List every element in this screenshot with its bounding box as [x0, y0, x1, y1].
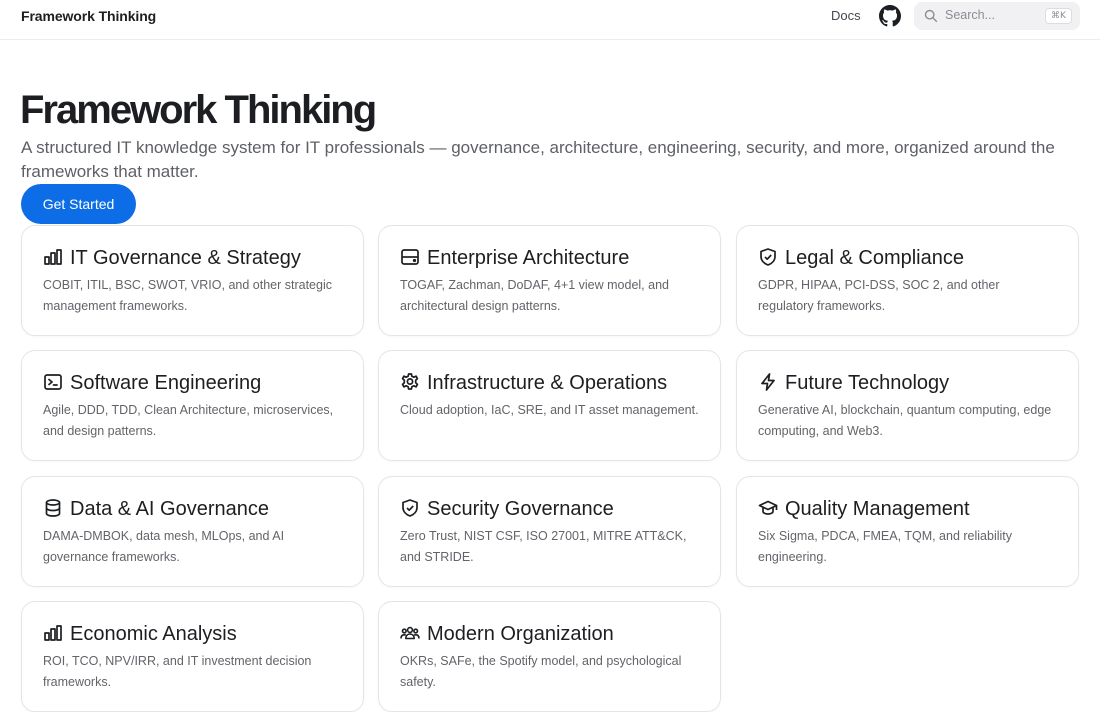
database-icon [45, 499, 61, 517]
card-description: Zero Trust, NIST CSF, ISO 27001, MITRE A… [400, 529, 687, 564]
card-data-ai-governance[interactable]: Data & AI Governance DAMA-DMBOK, data me… [21, 476, 364, 587]
card-description: Cloud adoption, IaC, SRE, and IT asset m… [400, 403, 699, 417]
top-navbar: Framework Thinking Docs Search... ⌘K [0, 0, 1100, 40]
card-description: TOGAF, Zachman, DoDAF, 4+1 view model, a… [400, 278, 669, 313]
search-shortcut-badge: ⌘K [1045, 8, 1072, 24]
card-it-governance[interactable]: IT Governance & Strategy COBIT, ITIL, BS… [21, 225, 364, 336]
github-icon[interactable] [879, 5, 901, 27]
get-started-button[interactable]: Get Started [21, 184, 136, 224]
bar-chart-icon [44, 625, 62, 641]
card-future-technology[interactable]: Future Technology Generative AI, blockch… [736, 350, 1079, 461]
card-title: Data & AI Governance [70, 498, 270, 520]
search-placeholder: Search... [945, 8, 996, 22]
brand-logo-text[interactable]: Framework Thinking [21, 8, 156, 24]
card-title: Future Technology [785, 372, 950, 394]
card-title: IT Governance & Strategy [70, 247, 301, 269]
card-infrastructure-operations[interactable]: Infrastructure & Operations Cloud adopti… [378, 350, 721, 461]
card-description: COBIT, ITIL, BSC, SWOT, VRIO, and other … [43, 278, 332, 313]
card-title: Software Engineering [70, 372, 262, 394]
card-description: Agile, DDD, TDD, Clean Architecture, mic… [43, 403, 334, 438]
card-description: DAMA-DMBOK, data mesh, MLOps, and AI gov… [43, 529, 285, 564]
card-quality-management[interactable]: Quality Management Six Sigma, PDCA, FMEA… [736, 476, 1079, 587]
graduation-cap-icon [758, 500, 778, 515]
card-title: Quality Management [785, 498, 970, 520]
terminal-icon [44, 374, 62, 390]
gear-icon [401, 373, 419, 390]
people-icon [400, 626, 420, 640]
server-icon [401, 249, 419, 265]
shield-check-icon [760, 248, 776, 266]
card-description: Six Sigma, PDCA, FMEA, TQM, and reliabil… [758, 529, 1013, 564]
card-description: Generative AI, blockchain, quantum compu… [758, 403, 1052, 438]
card-description: GDPR, HIPAA, PCI-DSS, SOC 2, and other r… [758, 278, 1000, 313]
search-icon [924, 9, 938, 23]
bar-chart-icon [44, 249, 62, 265]
card-enterprise-architecture[interactable]: Enterprise Architecture TOGAF, Zachman, … [378, 225, 721, 336]
search-bar[interactable]: Search... ⌘K [914, 2, 1080, 30]
hero-subtitle: A structured IT knowledge system for IT … [21, 138, 1055, 181]
card-software-engineering[interactable]: Software Engineering Agile, DDD, TDD, Cl… [21, 350, 364, 461]
shield-check-icon [402, 499, 418, 517]
card-economic-analysis[interactable]: Economic Analysis ROI, TCO, NPV/IRR, and… [21, 601, 364, 712]
lightning-icon [761, 373, 775, 391]
card-title: Security Governance [427, 498, 614, 520]
card-title: Economic Analysis [70, 623, 237, 645]
card-title: Enterprise Architecture [427, 247, 630, 269]
hero-title: Framework Thinking [20, 88, 377, 132]
card-security-governance[interactable]: Security Governance Zero Trust, NIST CSF… [378, 476, 721, 587]
card-modern-organization[interactable]: Modern Organization OKRs, SAFe, the Spot… [378, 601, 721, 712]
card-title: Legal & Compliance [785, 247, 964, 269]
docs-link[interactable]: Docs [831, 8, 861, 23]
card-title: Infrastructure & Operations [427, 372, 668, 394]
card-title: Modern Organization [427, 623, 614, 645]
card-legal-compliance[interactable]: Legal & Compliance GDPR, HIPAA, PCI-DSS,… [736, 225, 1079, 336]
